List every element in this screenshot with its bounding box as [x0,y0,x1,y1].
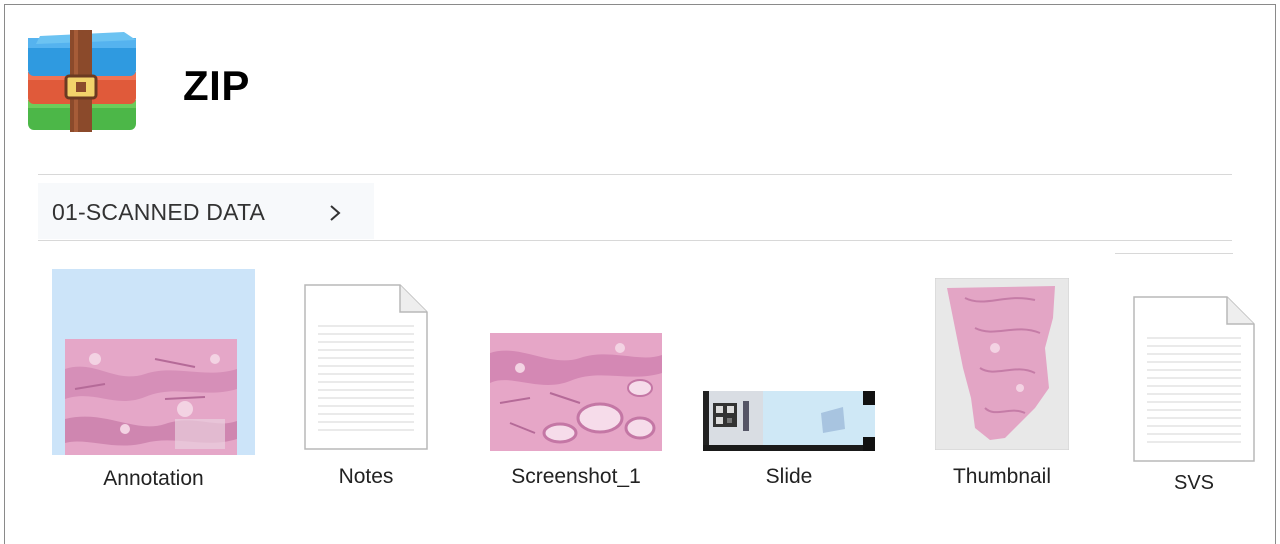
file-item-label: Slide [765,465,813,488]
chevron-right-icon[interactable] [328,202,342,224]
thumbnail-image [935,278,1069,450]
file-item-label: Notes [338,465,394,488]
page-title: ZIP [183,62,250,109]
document-icon [304,284,428,450]
file-item-label: Annotation [103,467,204,490]
document-icon [1133,296,1255,462]
file-item-label: Thumbnail [952,465,1052,488]
divider-right [1115,253,1233,254]
screenshot-thumbnail [490,333,662,451]
breadcrumb-item-label[interactable]: 01-SCANNED DATA [52,199,265,226]
divider-bottom [38,240,1232,241]
archive-zip-icon [28,30,136,132]
breadcrumb[interactable]: 01-SCANNED DATA [38,183,374,239]
file-item-label: SVS [1173,472,1215,494]
divider-top [38,174,1232,175]
slide-thumbnail [703,391,875,451]
annotation-thumbnail [65,339,237,455]
file-item-label: Screenshot_1 [511,465,641,488]
